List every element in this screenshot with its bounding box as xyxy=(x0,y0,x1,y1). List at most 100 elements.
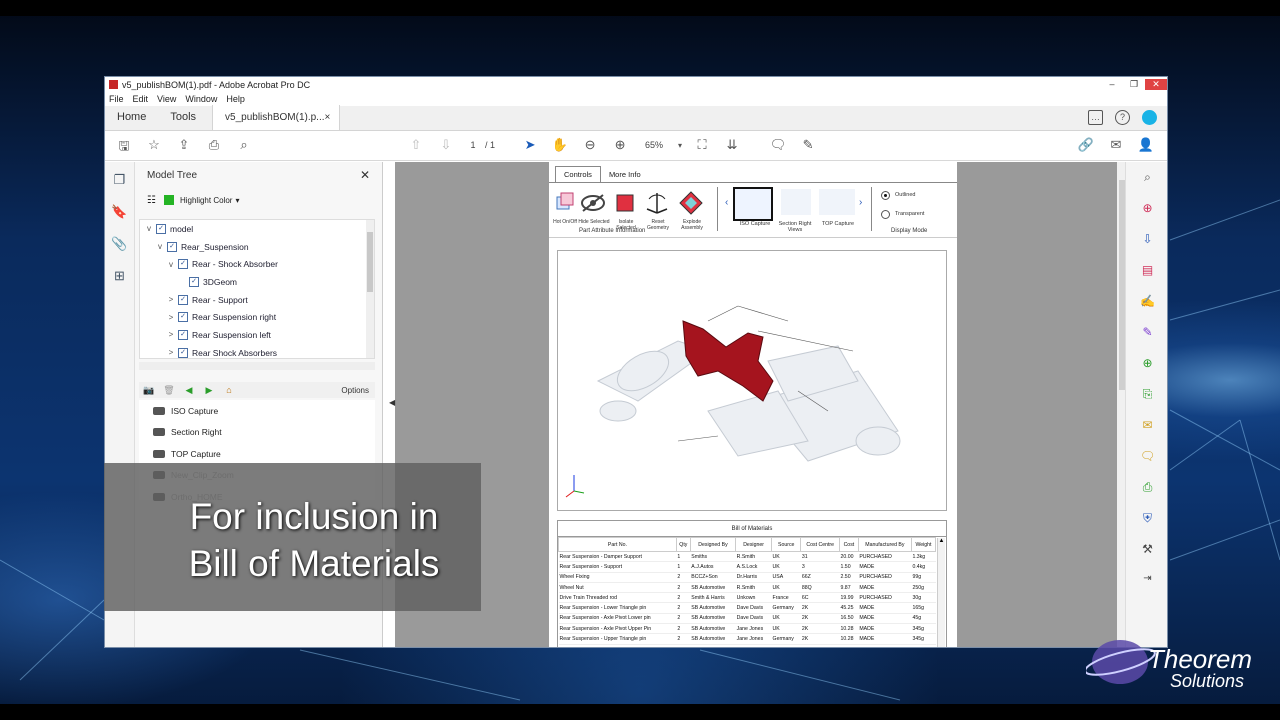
expand-toggle-icon[interactable]: v xyxy=(155,242,165,251)
tab-document[interactable]: v5_publishBOM(1).p... × xyxy=(212,105,341,130)
bom-column-header[interactable]: Cost Centre xyxy=(800,537,840,552)
zoom-search-icon[interactable]: ⌕ xyxy=(1126,162,1167,193)
visibility-checkbox[interactable]: ✓ xyxy=(156,223,166,234)
tree-item[interactable]: v ✓ model xyxy=(140,220,374,238)
scroll-mode-icon[interactable]: ⇊ xyxy=(717,137,747,153)
visibility-checkbox[interactable]: ✓ xyxy=(178,312,188,323)
view-item[interactable]: TOP Capture xyxy=(139,443,375,465)
tree-scrollbar[interactable] xyxy=(366,220,374,358)
search-icon[interactable]: ⌕ xyxy=(229,137,259,159)
zoom-out-icon[interactable]: ⊖ xyxy=(575,137,605,153)
tree-horizontal-scrollbar[interactable] xyxy=(139,362,375,370)
table-row[interactable]: Wheel Fixing 2 BCCZ+Son Dr.Harris USA 66Z 2.50… xyxy=(558,572,936,583)
fit-page-icon[interactable]: ⛶ xyxy=(687,137,717,153)
bom-column-header[interactable]: Part No. xyxy=(558,537,677,552)
tab-tools[interactable]: Tools xyxy=(158,105,208,130)
menu-view[interactable]: View xyxy=(157,94,176,104)
more-tools-icon[interactable]: ⚒ xyxy=(1126,534,1167,565)
expand-toggle-icon[interactable]: > xyxy=(166,348,176,357)
visibility-checkbox[interactable]: ✓ xyxy=(178,259,188,270)
bookmark-star-icon[interactable]: ☆ xyxy=(139,137,169,159)
explode-assembly-icon[interactable] xyxy=(677,189,705,217)
table-row[interactable]: Rear Suspension - Lower Triangle pin 2 SB … xyxy=(558,602,936,614)
tree-item[interactable]: > ✓ Rear Shock Absorbers xyxy=(140,344,374,358)
table-row[interactable]: Rear Suspension - Axle Pivot Upper Pin 2 S… xyxy=(558,623,936,635)
send-sign-icon[interactable]: ✉ xyxy=(1126,410,1167,441)
expand-toggle-icon[interactable]: v xyxy=(166,260,176,269)
visibility-checkbox[interactable]: ✓ xyxy=(178,329,188,340)
menu-help[interactable]: Help xyxy=(226,94,245,104)
3d-viewport[interactable] xyxy=(557,250,947,511)
comment-icon[interactable]: … xyxy=(1088,110,1103,125)
hand-tool-icon[interactable]: ✋ xyxy=(545,137,575,153)
compare-files-icon[interactable]: ⎘ xyxy=(1126,379,1167,410)
highlight-color-label[interactable]: Highlight Color xyxy=(180,196,232,205)
suspension-model[interactable] xyxy=(558,251,948,512)
table-row[interactable]: Rear Suspension - Axle Pivot Lower pin 2 S… xyxy=(558,613,936,625)
tab-home[interactable]: Home xyxy=(105,105,158,130)
bom-column-header[interactable]: Qty xyxy=(675,537,691,552)
close-panel-icon[interactable]: ✕ xyxy=(360,168,370,182)
minimize-button[interactable]: – xyxy=(1101,79,1123,90)
add-view-icon[interactable]: 📷 xyxy=(139,385,159,396)
prev-page-icon[interactable]: ⇧ xyxy=(401,137,431,153)
help-icon[interactable]: ? xyxy=(1115,110,1130,125)
print-icon[interactable]: ⎙ xyxy=(199,137,229,159)
close-window-button[interactable]: ✕ xyxy=(1145,79,1167,90)
zoom-select[interactable]: 65% xyxy=(635,140,673,150)
home-view-icon[interactable]: ⌂ xyxy=(219,385,239,395)
create-pdf-icon[interactable]: ⊕ xyxy=(1126,193,1167,224)
comment-tool-icon[interactable]: 🗨 xyxy=(763,137,793,153)
page-number-input[interactable]: 1 xyxy=(461,140,485,150)
view-item[interactable]: ISO Capture xyxy=(139,400,375,422)
print-production-icon[interactable]: ⎙ xyxy=(1126,472,1167,503)
mail-icon[interactable]: ✉ xyxy=(1101,137,1131,153)
visibility-checkbox[interactable]: ✓ xyxy=(178,347,188,358)
hide-selected-icon[interactable] xyxy=(579,189,607,217)
comment-icon[interactable]: 🗨 xyxy=(1126,441,1167,472)
reset-geometry-icon[interactable] xyxy=(643,189,671,217)
views-prev-arrow-icon[interactable]: ‹ xyxy=(725,197,728,208)
options-menu-icon[interactable]: ☷ xyxy=(147,195,156,206)
visibility-checkbox[interactable]: ✓ xyxy=(167,241,177,252)
table-row[interactable]: Rear Suspension - Upper Triangle pin 2 SB … xyxy=(558,633,936,645)
tree-item[interactable]: v ✓ Rear_Suspension xyxy=(140,238,374,256)
model-tree-icon[interactable]: ⊞ xyxy=(105,258,134,290)
link-icon[interactable]: 🔗 xyxy=(1071,137,1101,153)
expand-toggle-icon[interactable]: v xyxy=(144,224,154,233)
organize-pages-icon[interactable]: ▤ xyxy=(1126,255,1167,286)
table-row[interactable]: Drive Train Threaded rod 2 Smith & Harris U… xyxy=(558,592,936,604)
outlined-radio[interactable] xyxy=(881,191,890,200)
tree-item[interactable]: > ✓ Rear - Support xyxy=(140,291,374,309)
tree-item[interactable]: ✓ 3DGeom xyxy=(140,273,374,291)
bom-column-header[interactable]: Source xyxy=(771,537,802,552)
bookmarks-icon[interactable]: 🔖 xyxy=(105,194,134,226)
tab-more-info[interactable]: More Info xyxy=(601,167,649,182)
views-options-button[interactable]: Options xyxy=(341,386,369,395)
menu-window[interactable]: Window xyxy=(185,94,217,104)
highlight-dropdown-icon[interactable]: ▾ xyxy=(235,196,239,205)
bom-column-header[interactable]: Weight xyxy=(910,537,937,552)
highlight-color-swatch[interactable] xyxy=(163,195,174,205)
export-pdf-icon[interactable]: ⇩ xyxy=(1126,224,1167,255)
enhance-scans-icon[interactable]: ⊕ xyxy=(1126,348,1167,379)
expand-toggle-icon[interactable]: > xyxy=(166,295,176,304)
top-capture-thumbnail[interactable] xyxy=(819,189,855,215)
tab-controls[interactable]: Controls xyxy=(555,166,601,182)
views-next-arrow-icon[interactable]: › xyxy=(859,197,862,208)
bom-scrollbar[interactable]: ▲ xyxy=(937,538,945,647)
isolate-selected-icon[interactable] xyxy=(611,189,639,217)
visibility-checkbox[interactable]: ✓ xyxy=(178,294,188,305)
next-view-icon[interactable]: ▶ xyxy=(199,385,219,396)
pages-thumbnail-icon[interactable]: ❐ xyxy=(105,162,134,194)
bom-column-header[interactable]: Designer xyxy=(735,537,773,552)
avatar[interactable] xyxy=(1142,110,1157,125)
maximize-button[interactable]: ❐ xyxy=(1123,79,1145,90)
attachments-icon[interactable]: 📎 xyxy=(105,226,134,258)
tree-item[interactable]: > ✓ Rear Suspension right xyxy=(140,308,374,326)
transparent-radio[interactable] xyxy=(881,210,890,219)
tree-item[interactable]: v ✓ Rear - Shock Absorber xyxy=(140,255,374,273)
expand-toggle-icon[interactable]: > xyxy=(166,313,176,322)
save-icon[interactable]: 🖫 xyxy=(109,137,139,159)
collapse-left-icon[interactable]: ◀ xyxy=(389,398,395,407)
